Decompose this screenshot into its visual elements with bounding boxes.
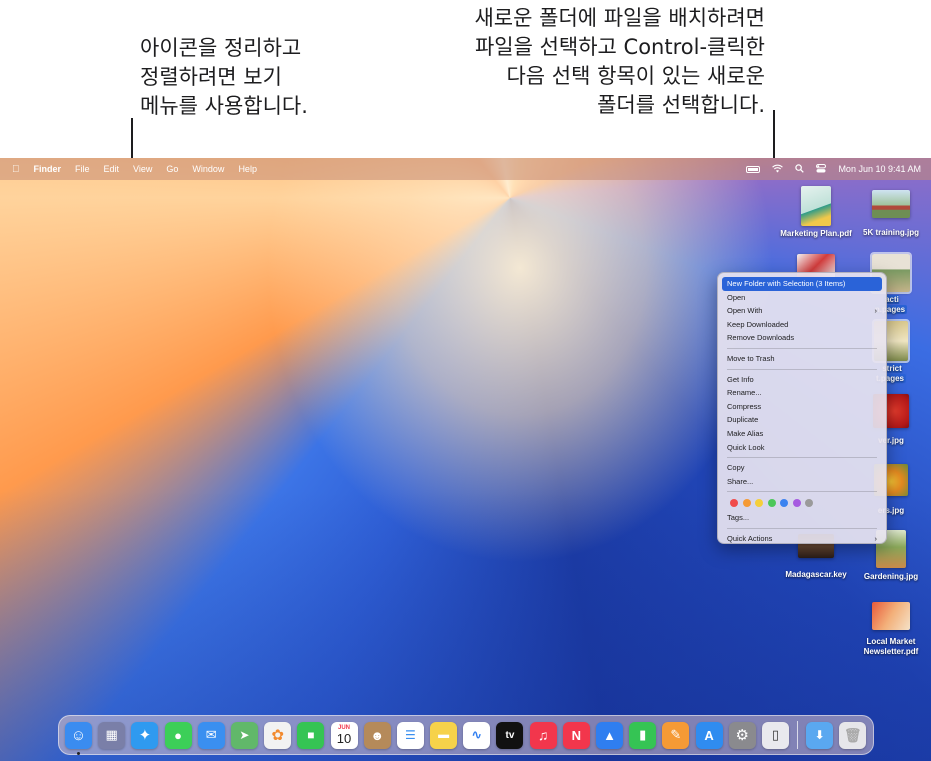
music-icon[interactable]: ♫	[529, 721, 557, 749]
menu-separator	[727, 527, 877, 529]
menu-item-label: Open With	[727, 306, 763, 316]
launchpad-icon[interactable]: ▦	[98, 721, 126, 749]
menu-window[interactable]: Window	[192, 164, 224, 174]
control-center-icon[interactable]	[816, 163, 827, 175]
iphone-mirroring-icon[interactable]: ▯	[761, 721, 789, 749]
menu-item-compress[interactable]: Compress	[722, 400, 882, 414]
menu-item-get-info[interactable]: Get Info	[722, 373, 882, 387]
menu-separator	[727, 347, 877, 349]
system-settings-icon[interactable]: ⚙	[728, 721, 756, 749]
menu-item-copy[interactable]: Copy	[722, 461, 882, 475]
tag-green[interactable]	[767, 499, 776, 508]
finder-icon[interactable]: ☺	[65, 721, 92, 755]
desktop-screen[interactable]:  Finder File Edit View Go Window Help M…	[0, 158, 931, 761]
trash-icon[interactable]: 🗑	[839, 721, 867, 749]
dock-divider	[797, 721, 799, 749]
context-menu: New Folder with Selection (3 Items) Open…	[717, 272, 887, 544]
callout-line: 다음 선택 항목이 있는 새로운	[506, 64, 765, 88]
numbers-icon[interactable]: ▮	[629, 721, 657, 749]
photos-icon[interactable]: ✿	[264, 721, 292, 749]
desktop-file-local-market-newsletter[interactable]: Local Market Newsletter.pdf	[851, 602, 931, 657]
tag-red[interactable]	[730, 499, 738, 508]
menu-item-move-to-trash[interactable]: Move to Trash	[722, 352, 882, 366]
messages-icon[interactable]: ●	[164, 721, 192, 749]
callout-line: 정렬하려면 보기	[140, 65, 282, 89]
menu-item-open[interactable]: Open	[722, 291, 882, 305]
tag-orange[interactable]	[742, 499, 751, 508]
callout-line: 파일을 선택하고 Control-클릭한	[474, 35, 765, 59]
menu-help[interactable]: Help	[238, 164, 257, 174]
menu-bar:  Finder File Edit View Go Window Help M…	[0, 158, 931, 180]
freeform-icon[interactable]: ∿	[463, 721, 491, 749]
desktop-file-5k-training[interactable]: 5K training.jpg	[851, 190, 931, 238]
file-label: Gardening.jpg	[863, 572, 919, 581]
tag-blue[interactable]	[780, 499, 788, 508]
menu-item-rename[interactable]: Rename...	[722, 386, 882, 400]
menu-item-new-folder-with-selection[interactable]: New Folder with Selection (3 Items)	[722, 277, 882, 291]
menu-item-quick-actions[interactable]: Quick Actions ›	[722, 532, 882, 546]
image-thumbnail	[872, 190, 910, 218]
menu-file[interactable]: File	[75, 164, 90, 174]
menu-separator	[727, 368, 877, 370]
menu-item-label: Quick Actions	[727, 533, 773, 543]
dock: ☺ ▦ ✦ ● ✉ ➤ ✿ ■ JUN 10 ☻ ☰ ▬ ∿ tv ♫ N ▲ …	[58, 715, 874, 755]
news-icon[interactable]: N	[562, 721, 590, 749]
menu-item-share[interactable]: Share...	[722, 475, 882, 489]
mail-icon[interactable]: ✉	[197, 721, 225, 749]
tv-label: tv	[505, 729, 515, 741]
file-label: Marketing Plan.pdf	[780, 229, 852, 238]
tag-gray[interactable]	[805, 499, 813, 508]
callout-line: 새로운 폴더에 파일을 배치하려면	[474, 6, 765, 30]
menu-item-tags[interactable]: Tags...	[722, 511, 882, 525]
reminders-icon[interactable]: ☰	[396, 721, 424, 749]
callout-line: 아이콘을 정리하고	[140, 36, 302, 60]
facetime-icon[interactable]: ■	[297, 721, 325, 749]
menubar-clock[interactable]: Mon Jun 10 9:41 AM	[838, 164, 921, 174]
tag-purple[interactable]	[792, 499, 801, 508]
contacts-icon[interactable]: ☻	[363, 721, 391, 749]
callout-line: 폴더를 선택합니다.	[597, 93, 765, 117]
callout-line: 메뉴를 사용합니다.	[140, 94, 308, 118]
menu-item-duplicate[interactable]: Duplicate	[722, 413, 882, 427]
chevron-right-icon: ›	[874, 533, 878, 543]
keynote-icon[interactable]: ▲	[596, 721, 623, 749]
tag-yellow[interactable]	[755, 499, 763, 508]
apple-tv-icon[interactable]: tv	[496, 721, 524, 749]
tag-color-picker	[722, 495, 882, 511]
menu-finder[interactable]: Finder	[34, 164, 62, 174]
menu-item-open-with[interactable]: Open With ›	[722, 304, 882, 318]
callout-view-menu: 아이콘을 정리하고 정렬하려면 보기 메뉴를 사용합니다.	[140, 34, 308, 121]
menu-view[interactable]: View	[133, 164, 152, 174]
menu-go[interactable]: Go	[166, 164, 178, 174]
app-store-icon[interactable]: A	[695, 721, 723, 749]
menu-item-quick-look[interactable]: Quick Look	[722, 441, 882, 455]
downloads-folder-icon[interactable]: ⬇	[806, 721, 834, 749]
wifi-icon[interactable]	[772, 164, 784, 175]
pages-icon[interactable]: ✎	[662, 721, 690, 749]
pdf-thumbnail	[872, 602, 910, 630]
maps-icon[interactable]: ➤	[230, 721, 258, 749]
chevron-right-icon: ›	[874, 306, 878, 316]
calendar-day: 10	[336, 730, 352, 746]
file-label: Local Market Newsletter.pdf	[863, 637, 919, 656]
running-indicator	[77, 751, 80, 755]
safari-icon[interactable]: ✦	[131, 721, 159, 749]
battery-icon[interactable]	[746, 165, 761, 173]
file-label: 5K training.jpg	[863, 228, 919, 237]
menu-item-make-alias[interactable]: Make Alias	[722, 427, 882, 441]
menu-edit[interactable]: Edit	[104, 164, 120, 174]
menu-item-keep-downloaded[interactable]: Keep Downloaded	[722, 318, 882, 332]
apple-menu-icon[interactable]: 	[12, 164, 20, 175]
notes-icon[interactable]: ▬	[430, 721, 458, 749]
pdf-thumbnail	[801, 186, 831, 226]
menu-separator	[727, 491, 877, 493]
spotlight-search-icon[interactable]	[795, 163, 805, 175]
desktop-file-marketing-plan[interactable]: Marketing Plan.pdf	[776, 186, 856, 239]
calendar-icon[interactable]: JUN 10	[330, 721, 358, 749]
file-label: Madagascar.key	[785, 570, 847, 579]
callout-new-folder: 새로운 폴더에 파일을 배치하려면 파일을 선택하고 Control-클릭한 다…	[474, 4, 765, 120]
menu-separator	[727, 457, 877, 459]
menu-item-remove-downloads[interactable]: Remove Downloads	[722, 331, 882, 345]
